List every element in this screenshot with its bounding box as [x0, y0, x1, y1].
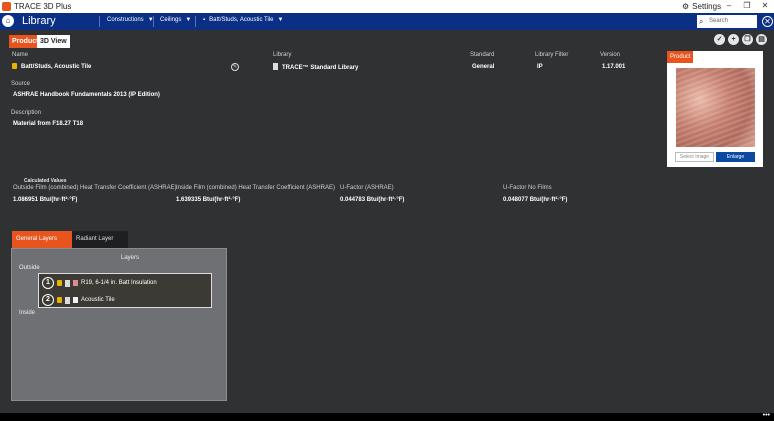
breadcrumb-label: Constructions: [107, 17, 144, 23]
lock-icon: [57, 280, 62, 286]
u-factor-no-films-label: U-Factor No Films: [503, 185, 552, 191]
name-text: Batt/Studs, Acoustic Tile: [21, 64, 92, 70]
source-label: Source: [11, 81, 31, 87]
layer-list: 1 R19, 6-1/4 in. Batt Insulation 2 Acous…: [38, 273, 212, 308]
enlarge-button[interactable]: Enlarge: [716, 152, 755, 162]
tab-radiant-layer[interactable]: Radiant Layer: [72, 231, 128, 248]
library-filter-value: IP: [537, 64, 543, 70]
home-icon[interactable]: ⌂: [2, 15, 14, 27]
chevron-down-icon: ▼: [185, 17, 192, 23]
breadcrumb-constructions[interactable]: Constructions ▼: [107, 17, 154, 23]
book-icon: [273, 63, 278, 70]
divider: [99, 16, 100, 27]
layer-item[interactable]: 1 R19, 6-1/4 in. Batt Insulation: [42, 276, 157, 290]
library-label: Library: [273, 52, 292, 58]
name-value: Batt/Studs, Acoustic Tile: [12, 63, 91, 70]
product-image-panel: Product Select Image Enlarge: [667, 51, 763, 167]
layer-name: Acoustic Tile: [81, 297, 115, 303]
product-panel-header: Product: [667, 51, 693, 63]
breadcrumb-label: Batt/Studs, Acoustic Tile: [209, 17, 274, 23]
delete-circle-icon[interactable]: ▤: [756, 34, 767, 45]
status-bar: •••: [0, 412, 774, 421]
window-title-bar: TRACE 3D Plus ⚙ Settings – ❐ ✕: [0, 0, 774, 13]
material-swatch-icon: [73, 280, 78, 286]
description-value: Material from F18.27 T18: [13, 121, 84, 127]
standard-value: General: [472, 64, 495, 70]
layer-item[interactable]: 2 Acoustic Tile: [42, 293, 115, 307]
minimize-button[interactable]: –: [722, 1, 736, 10]
version-value: 1.17.001: [602, 64, 626, 70]
u-factor-no-films-value: 0.048077 Btu/(hr·ft²·°F): [503, 197, 568, 203]
layer-name: R19, 6-1/4 in. Batt Insulation: [81, 280, 157, 286]
source-value: ASHRAE Handbook Fundamentals 2013 (IP Ed…: [13, 92, 160, 98]
close-window-button[interactable]: ✕: [758, 1, 772, 10]
layers-panel: Layers Outside Inside: [11, 248, 227, 401]
document-icon: [65, 296, 70, 304]
divider: [153, 16, 154, 27]
library-value: TRACE™ Standard Library: [273, 63, 358, 71]
name-label: Name: [12, 52, 29, 58]
version-label: Version: [600, 52, 621, 58]
gear-icon: ⚙: [682, 2, 690, 11]
search-icon: ⌕: [699, 17, 704, 26]
product-image: [676, 68, 755, 147]
app-logo-icon: [2, 2, 11, 11]
check-circle-icon[interactable]: ✓: [714, 34, 725, 45]
home-icon: ▪: [203, 17, 206, 23]
layer-number: 2: [42, 294, 54, 306]
chevron-down-icon: ▼: [277, 17, 284, 23]
document-icon: [65, 279, 70, 287]
settings-button[interactable]: ⚙ Settings: [682, 2, 721, 11]
settings-label: Settings: [692, 2, 722, 11]
outside-label: Outside: [19, 265, 40, 271]
standard-label: Standard: [470, 52, 495, 58]
layers-title: Layers: [121, 255, 140, 261]
lock-icon: [57, 297, 62, 303]
tab-general-layers[interactable]: General Layers: [12, 231, 72, 248]
inside-film-label: Inside Film (combined) Heat Transfer Coe…: [176, 185, 335, 191]
edit-icon[interactable]: ✎: [231, 63, 239, 71]
search-input[interactable]: ⌕ Search: [697, 15, 757, 28]
divider: [195, 16, 196, 27]
more-icon[interactable]: •••: [763, 412, 770, 419]
inside-label: Inside: [19, 310, 36, 316]
outside-film-label: Outside Film (combined) Heat Transfer Co…: [13, 185, 177, 191]
outside-film-value: 1.086951 Btu/(hr·ft²·°F): [13, 197, 78, 203]
breadcrumb-label: Ceilings: [160, 17, 182, 23]
close-icon[interactable]: ✕: [762, 16, 773, 27]
calculated-values-heading: Calculated Values: [24, 178, 67, 184]
brand-title: Library: [22, 15, 56, 27]
copy-circle-icon[interactable]: ❐: [742, 34, 753, 45]
add-circle-icon[interactable]: +: [728, 34, 739, 45]
library-filter-label: Library Filter: [535, 52, 569, 58]
select-image-button[interactable]: Select Image: [675, 152, 714, 162]
layer-number: 1: [42, 277, 54, 289]
library-text: TRACE™ Standard Library: [282, 65, 359, 71]
u-factor-label: U-Factor (ASHRAE): [340, 185, 394, 191]
navigation-bar: ⌂ Library Constructions ▼ Ceilings ▼ ▪ B…: [0, 13, 774, 30]
u-factor-value: 0.044783 Btu/(hr·ft²·°F): [340, 197, 405, 203]
tab-3d-view[interactable]: 3D View: [37, 35, 70, 48]
breadcrumb-item[interactable]: ▪ Batt/Studs, Acoustic Tile ▼: [203, 17, 283, 23]
window-title: TRACE 3D Plus: [14, 2, 72, 11]
description-label: Description: [11, 110, 42, 116]
breadcrumb-ceilings[interactable]: Ceilings ▼: [160, 17, 191, 23]
inside-film-value: 1.639335 Btu/(hr·ft²·°F): [176, 197, 241, 203]
maximize-button[interactable]: ❐: [740, 1, 754, 10]
lock-icon: [12, 63, 17, 69]
search-placeholder: Search: [709, 18, 729, 24]
material-swatch-icon: [73, 297, 78, 303]
